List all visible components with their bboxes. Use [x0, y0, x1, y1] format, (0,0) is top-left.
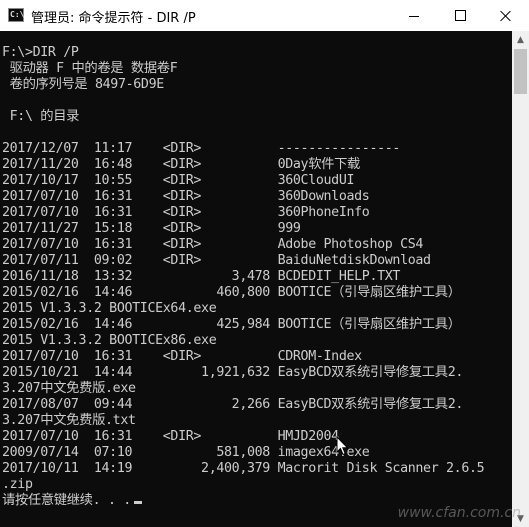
console-text: F:\>DIR /P 驱动器 F 中的卷是 数据卷F 卷的序列号是 8497-6…: [2, 45, 485, 509]
console-line: .zip: [2, 477, 33, 492]
maximize-button[interactable]: [437, 0, 483, 31]
scroll-up-arrow-icon[interactable]: ▲: [512, 31, 529, 48]
console-line: 2017/11/20 16:48 <DIR> 0Day软件下载: [2, 157, 361, 172]
console-line: 2015 V1.3.3.2 BOOTICEx86.exe: [2, 333, 217, 348]
vertical-scrollbar[interactable]: ▲ ▼: [512, 31, 529, 527]
cmd-icon[interactable]: C:\: [8, 8, 24, 22]
console-line: 2017/11/27 15:18 <DIR> 999: [2, 221, 301, 236]
console-line: 2016/11/18 13:32 3,478 BCDEDIT_HELP.TXT: [2, 269, 401, 284]
console-line: 2009/07/14 07:10 581,008 imagex64.exe: [2, 445, 370, 460]
console-line: 2017/07/10 16:31 <DIR> CDROM-Index: [2, 349, 362, 364]
close-icon: [500, 10, 512, 22]
window-title: 管理员: 命令提示符 - DIR /P: [31, 11, 196, 26]
console-line: 驱动器 F 中的卷是 数据卷F: [2, 61, 178, 76]
console-line: 卷的序列号是 8497-6D9E: [2, 77, 165, 92]
console-line: 2017/07/10 16:31 <DIR> 360Downloads: [2, 189, 370, 204]
console-line: F:\>DIR /P: [2, 45, 79, 60]
console-line: 2015/10/21 14:44 1,921,632 EasyBCD双系统引导修…: [2, 365, 464, 380]
console-line: 3.207中文免费版.exe: [2, 381, 136, 396]
console-line: 2017/07/10 16:31 <DIR> 360PhoneInfo: [2, 205, 370, 220]
console-output-area[interactable]: F:\>DIR /P 驱动器 F 中的卷是 数据卷F 卷的序列号是 8497-6…: [0, 31, 512, 527]
mouse-pointer-icon: [336, 436, 349, 456]
console-line: F:\ 的目录: [2, 109, 80, 124]
minimize-icon: [409, 16, 419, 17]
title-bar[interactable]: C:\ 管理员: 命令提示符 - DIR /P: [0, 0, 529, 32]
watermark: www.cfan.com.cn: [397, 505, 521, 521]
scrollbar-thumb[interactable]: [514, 49, 527, 94]
close-button[interactable]: [483, 0, 529, 31]
console-line: 2017/08/07 09:44 2,266 EasyBCD双系统引导修复工具2…: [2, 397, 464, 412]
console-line: 2017/10/11 14:19 2,400,379 Macrorit Disk…: [2, 461, 485, 476]
console-line: 2017/12/07 11:17 <DIR> ----------------: [2, 141, 401, 156]
console-line: 2017/10/17 10:55 <DIR> 360CloudUI: [2, 173, 355, 188]
console-line: 2017/07/11 09:02 <DIR> BaiduNetdiskDownl…: [2, 253, 431, 268]
text-cursor: [133, 501, 142, 504]
console-line: 2017/07/10 16:31 <DIR> HMJD2004: [2, 429, 339, 444]
maximize-icon: [454, 10, 466, 21]
minimize-button[interactable]: [391, 0, 437, 31]
console-line: 2015/02/16 14:46 460,800 BOOTICE（引导扇区维护工…: [2, 285, 461, 300]
console-line: 3.207中文免费版.txt: [2, 413, 136, 428]
console-line: 2015 V1.3.3.2 BOOTICEx64.exe: [2, 301, 217, 316]
console-line: 2015/02/16 14:46 425,984 BOOTICE（引导扇区维护工…: [2, 317, 461, 332]
console-line: 2017/07/10 16:31 <DIR> Adobe Photoshop C…: [2, 237, 424, 252]
